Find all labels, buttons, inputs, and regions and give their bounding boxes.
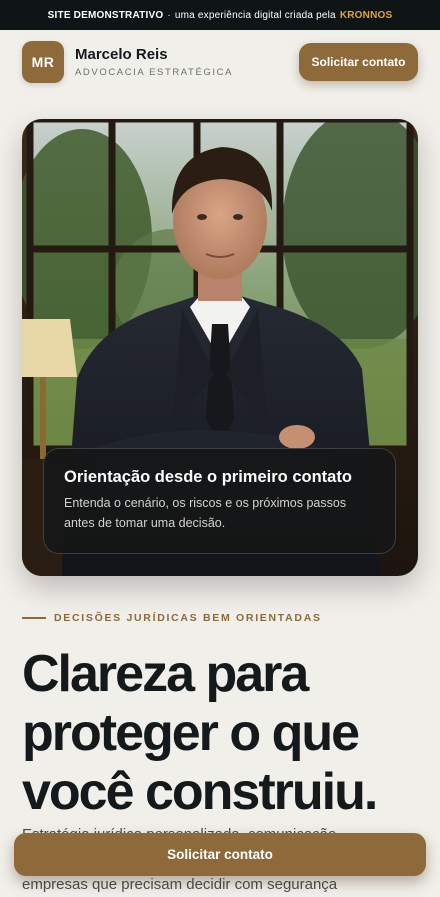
hero-image-card: Orientação desde o primeiro contato Ente… <box>22 119 418 576</box>
site-header: MR Marcelo Reis ADVOCACIA ESTRATÉGICA So… <box>0 30 440 100</box>
banner-brand[interactable]: KRONNOS <box>340 10 393 21</box>
hero-caption-card: Orientação desde o primeiro contato Ente… <box>43 448 396 554</box>
eyebrow-divider <box>22 617 46 619</box>
practice-tagline: ADVOCACIA ESTRATÉGICA <box>75 67 234 78</box>
lawyer-name: Marcelo Reis <box>75 46 168 63</box>
page-headline: Clareza para proteger o que você constru… <box>22 645 378 821</box>
eyebrow-text: DECISÕES JURÍDICAS BEM ORIENTADAS <box>54 612 322 624</box>
intro-line-3: empresas que precisam decidir com segura… <box>22 876 338 893</box>
request-contact-button[interactable]: Solicitar contato <box>299 43 418 81</box>
demo-banner: SITE DEMONSTRATIVO · uma experiência dig… <box>0 0 440 30</box>
section-eyebrow: DECISÕES JURÍDICAS BEM ORIENTADAS <box>22 612 322 624</box>
banner-separator: · <box>167 9 171 21</box>
logo-monogram[interactable]: MR <box>22 41 64 83</box>
caption-title: Orientação desde o primeiro contato <box>64 468 352 486</box>
caption-text: Entenda o cenário, os riscos e os próxim… <box>64 496 347 530</box>
demo-label: SITE DEMONSTRATIVO <box>47 9 164 21</box>
banner-text: uma experiência digital criada pela <box>174 9 336 21</box>
sticky-request-contact-button[interactable]: Solicitar contato <box>14 833 426 876</box>
